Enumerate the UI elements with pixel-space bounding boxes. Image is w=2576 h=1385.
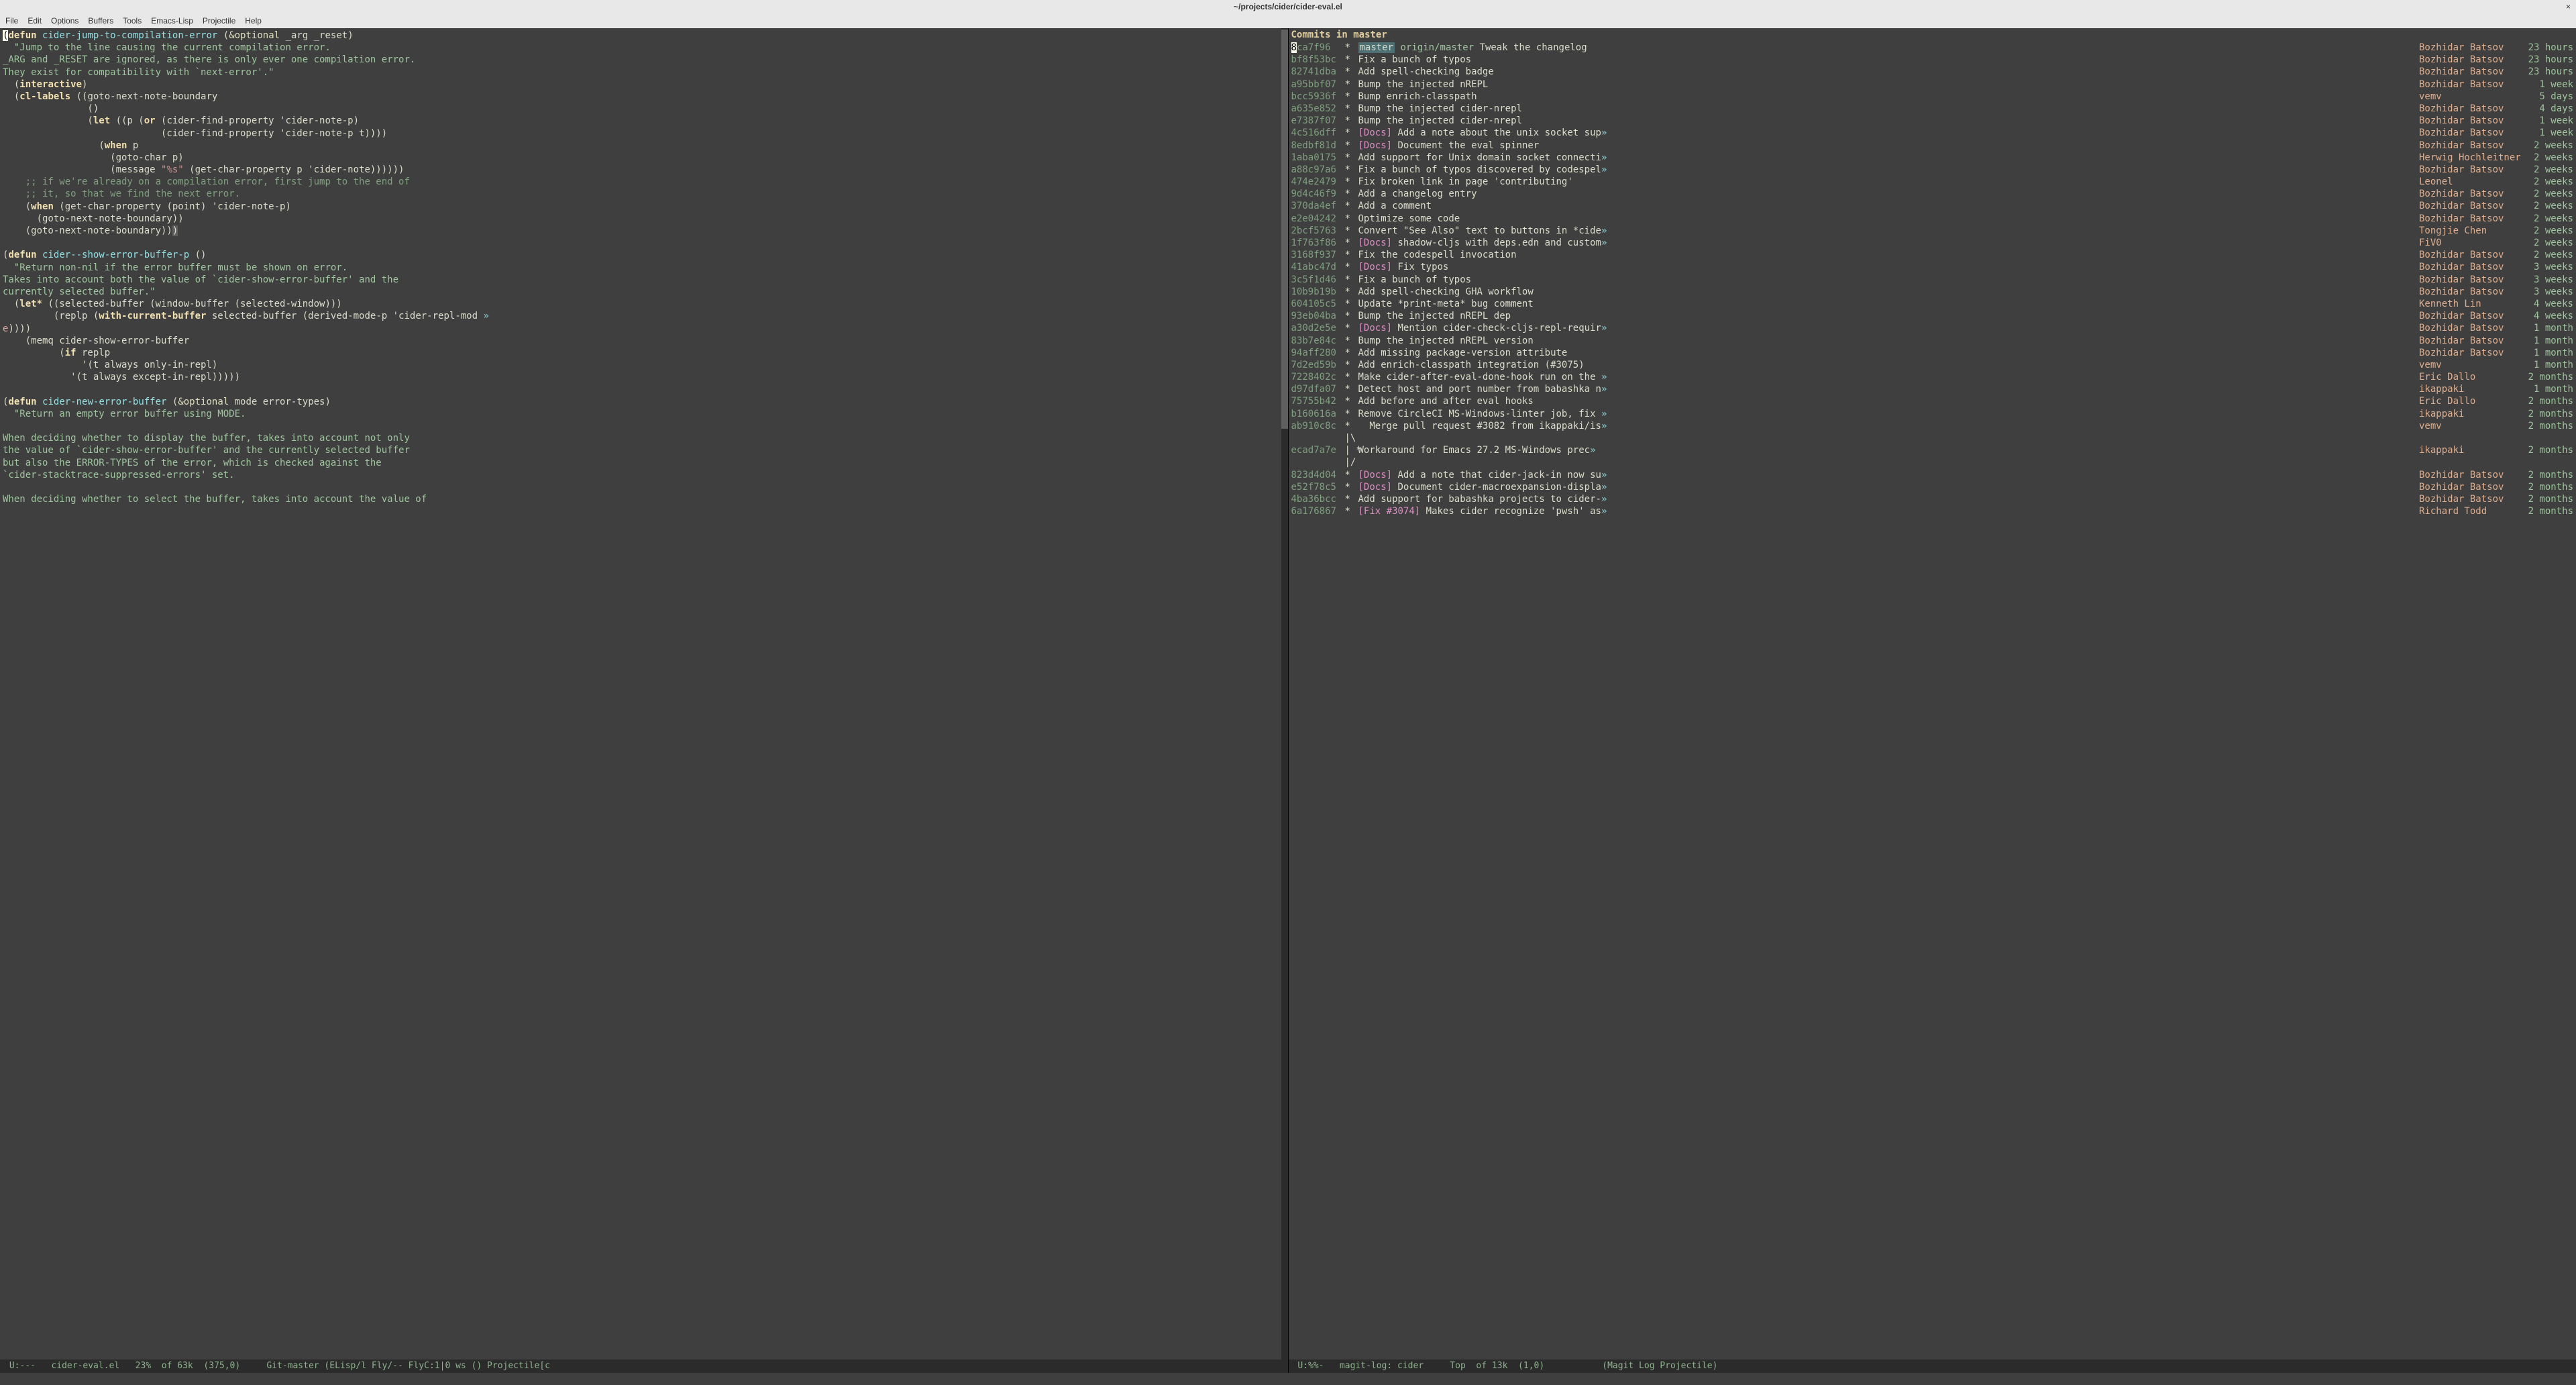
commit-row[interactable]: a30d2e5e*[Docs] Mention cider-check-cljs… [1289,322,2576,334]
commit-row[interactable]: 370da4ef*Add a commentBozhidar Batsov2 w… [1289,200,2576,212]
commit-row[interactable]: 1aba0175*Add support for Unix domain soc… [1289,152,2576,164]
titlebar: ~/projects/cider/cider-eval.el × [0,0,2576,13]
commit-row[interactable]: 823d4d04*[Docs] Add a note that cider-ja… [1289,469,2576,481]
code-buffer[interactable]: (defun cider-jump-to-compilation-error (… [0,28,1288,1360]
modeline-right: U:%%- magit-log: cider Top of 13k (1,0) … [1289,1360,2576,1373]
menu-buffers[interactable]: Buffers [88,16,113,25]
menu-edit[interactable]: Edit [28,16,42,25]
commit-row[interactable]: ecad7a7e| *Workaround for Emacs 27.2 MS-… [1289,444,2576,456]
commit-row[interactable]: 2bcf5763*Convert "See Also" text to butt… [1289,225,2576,237]
menu-options[interactable]: Options [51,16,78,25]
commit-row[interactable]: bcc5936f*Bump enrich-classpathvemv5 days [1289,91,2576,103]
commit-row[interactable]: d97dfa07*Detect host and port number fro… [1289,383,2576,395]
commit-row[interactable]: a635e852*Bump the injected cider-nreplBo… [1289,103,2576,115]
menu-emacs-lisp[interactable]: Emacs-Lisp [151,16,193,25]
minibuffer[interactable] [0,1373,2576,1385]
commit-row[interactable]: e7387f07*Bump the injected cider-nreplBo… [1289,115,2576,127]
commit-row[interactable]: a95bbf07*Bump the injected nREPLBozhidar… [1289,79,2576,91]
commit-row[interactable]: 474e2479*Fix broken link in page 'contri… [1289,176,2576,188]
commits-list[interactable]: 8ca7f96*master origin/master Tweak the c… [1289,42,2576,1360]
commit-row[interactable]: 41abc47d*[Docs] Fix typosBozhidar Batsov… [1289,261,2576,273]
commit-row[interactable]: 10b9b19b*Add spell-checking GHA workflow… [1289,286,2576,298]
commit-row[interactable]: bf8f53bc*Fix a bunch of typosBozhidar Ba… [1289,54,2576,66]
commit-row[interactable]: |\ [1289,432,2576,444]
commit-row[interactable]: 93eb04ba*Bump the injected nREPL depBozh… [1289,310,2576,322]
commit-row[interactable]: 3168f937*Fix the codespell invocationBoz… [1289,249,2576,261]
commit-row[interactable]: 6a176867*[Fix #3074] Makes cider recogni… [1289,505,2576,517]
menu-tools[interactable]: Tools [123,16,142,25]
commit-row[interactable]: 8ca7f96*master origin/master Tweak the c… [1289,42,2576,54]
close-icon[interactable]: × [2566,2,2571,11]
menu-file[interactable]: File [5,16,18,25]
commit-row[interactable]: 7d2ed59b*Add enrich-classpath integratio… [1289,359,2576,371]
commit-row[interactable]: 8edbf81d*[Docs] Document the eval spinne… [1289,140,2576,152]
commit-row[interactable]: 9d4c46f9*Add a changelog entryBozhidar B… [1289,188,2576,200]
commit-row[interactable]: a88c97a6*Fix a bunch of typos discovered… [1289,164,2576,176]
commit-row[interactable]: e2e04242*Optimize some codeBozhidar Bats… [1289,213,2576,225]
commit-row[interactable]: 82741dba*Add spell-checking badgeBozhida… [1289,66,2576,78]
commit-row[interactable]: 94aff280*Add missing package-version att… [1289,347,2576,359]
commit-row[interactable]: 83b7e84c*Bump the injected nREPL version… [1289,335,2576,347]
menu-projectile[interactable]: Projectile [203,16,235,25]
left-pane: (defun cider-jump-to-compilation-error (… [0,28,1289,1373]
commit-row[interactable]: b160616a*Remove CircleCI MS-Windows-lint… [1289,408,2576,420]
commit-row[interactable]: e52f78c5*[Docs] Document cider-macroexpa… [1289,481,2576,493]
right-pane: Commits in master 8ca7f96*master origin/… [1289,28,2576,1373]
scrollbar-left[interactable] [1281,28,1288,1360]
commit-row[interactable]: 1f763f86*[Docs] shadow-cljs with deps.ed… [1289,237,2576,249]
magit-section-header: Commits in master [1289,28,2576,42]
commit-row[interactable]: 3c5f1d46*Fix a bunch of typosBozhidar Ba… [1289,274,2576,286]
commit-row[interactable]: 4c516dff*[Docs] Add a note about the uni… [1289,127,2576,139]
commit-row[interactable]: 7228402c*Make cider-after-eval-done-hook… [1289,371,2576,383]
commit-row[interactable]: 604105c5*Update *print-meta* bug comment… [1289,298,2576,310]
commit-row[interactable]: |/ [1289,456,2576,468]
menu-help[interactable]: Help [245,16,262,25]
menubar: File Edit Options Buffers Tools Emacs-Lisp Pro… [0,13,2576,28]
commit-row[interactable]: 75755b42*Add before and after eval hooks… [1289,395,2576,407]
commit-row[interactable]: ab910c8c* Merge pull request #3082 from … [1289,420,2576,432]
window-title: ~/projects/cider/cider-eval.el [1234,2,1342,11]
commit-row[interactable]: 4ba36bcc*Add support for babashka projec… [1289,493,2576,505]
modeline-left: U:--- cider-eval.el 23% of 63k (375,0) G… [0,1360,1288,1373]
